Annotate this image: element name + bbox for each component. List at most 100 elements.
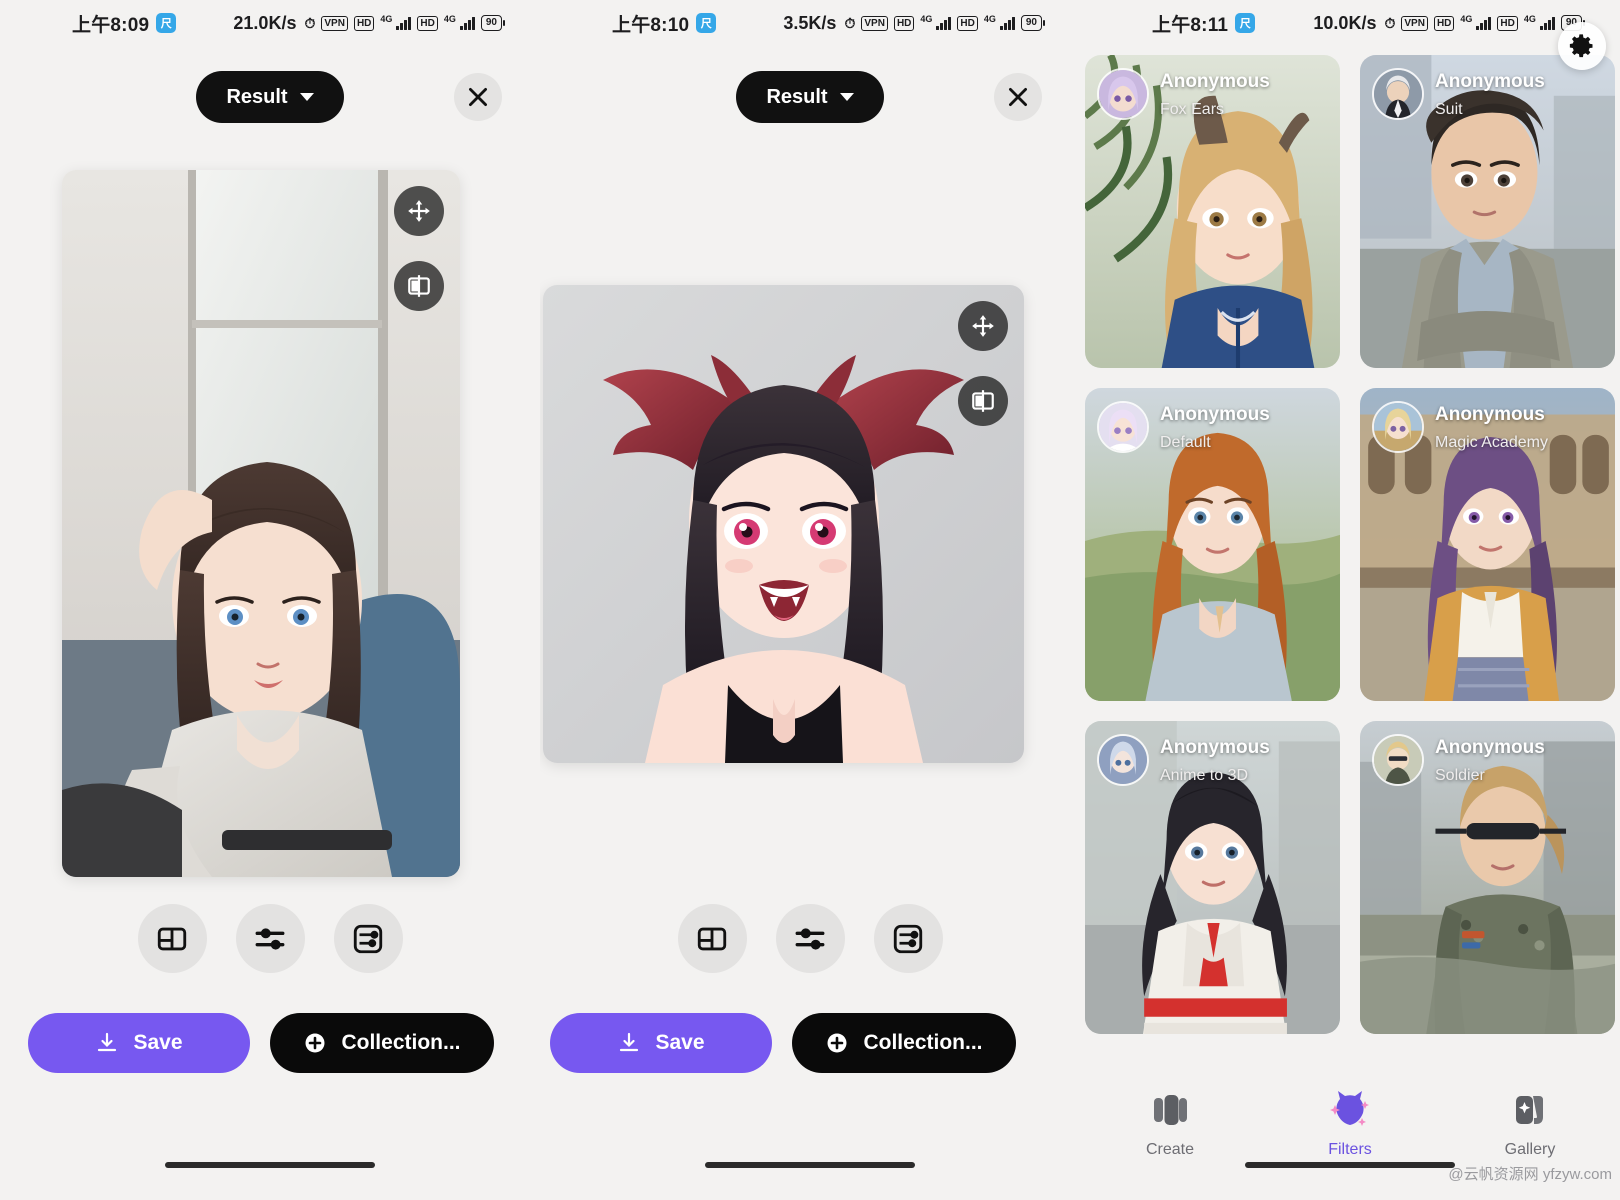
close-button[interactable] [994,73,1042,121]
status-left: 上午8:11 尺 [1152,10,1256,37]
result-preview-image[interactable] [543,285,1024,763]
filter-card-meta: Anonymous Default [1160,401,1270,452]
app-badge-icon: 尺 [696,13,717,33]
compare-button[interactable] [394,261,444,311]
avatar [1097,401,1149,453]
hd-indicator-1: HD [1433,15,1455,31]
filter-card[interactable]: Anonymous Fox Ears [1085,55,1340,368]
screen-result-2: 上午8:10 尺 3.5K/s ⏱ VPN HD 4G HD 4G 90 Res… [540,0,1080,1200]
status-left: 上午8:09 尺 [72,10,177,37]
result-header: Result [0,68,540,126]
signal-bars-1 [1476,16,1492,30]
network-type-2: 4G [983,14,996,24]
filter-card-overlay: Anonymous Anime to 3D [1085,721,1340,799]
avatar [1097,734,1149,786]
result-preview-image[interactable] [62,170,460,877]
generated-image-2 [543,285,1024,763]
collection-label: Collection... [863,1031,983,1054]
signal-bars-2 [1539,16,1555,30]
tab-filters[interactable]: Filters [1260,1075,1440,1200]
signal-bars-1 [936,16,952,30]
filter-card[interactable]: Anonymous Soldier [1360,721,1615,1034]
hd-indicator-1: HD [353,15,375,31]
filter-card-meta: Anonymous Magic Academy [1435,401,1548,452]
battery-indicator: 90 [480,15,506,31]
layout-icon [697,927,727,950]
parameters-tool-button[interactable] [333,904,403,973]
adjust-tool-button[interactable] [235,904,305,973]
filter-card-overlay: Anonymous Soldier [1360,721,1615,799]
screen-filters-gallery: 上午8:11 尺 10.0K/s ⏱ VPN HD 4G HD 4G 90 An… [1080,0,1620,1200]
parameters-icon [893,924,923,953]
layout-icon [157,927,187,950]
hd-indicator-2: HD [417,15,438,31]
author-name: Anonymous [1160,737,1270,758]
layout-tool-button[interactable] [137,904,207,973]
collection-button[interactable]: Collection... [792,1013,1016,1073]
filter-card[interactable]: Anonymous Suit [1360,55,1615,368]
filter-name: Default [1160,433,1211,451]
screen-result-1: 上午8:09 尺 21.0K/s ⏱ VPN HD 4G HD 4G 90 Re… [0,0,540,1200]
parameters-tool-button[interactable] [873,904,943,973]
collection-button[interactable]: Collection... [270,1013,494,1073]
avatar-image [1374,70,1422,118]
network-type-1: 4G [380,14,393,24]
gear-icon [1569,34,1593,58]
result-header: Result [540,68,1080,126]
action-row: Save Collection... [550,1013,1016,1073]
chevron-down-icon [299,93,314,101]
result-dropdown-button[interactable]: Result [736,71,884,123]
save-button[interactable]: Save [28,1013,250,1073]
avatar [1372,68,1424,120]
filter-card[interactable]: Anonymous Magic Academy [1360,388,1615,701]
filter-card[interactable]: Anonymous Default [1085,388,1340,701]
watermark: @云帆资源网 yfzyw.com [1448,1166,1612,1183]
status-bar: 上午8:11 尺 10.0K/s ⏱ VPN HD 4G HD 4G 90 [1080,0,1620,46]
status-right: 3.5K/s ⏱ VPN HD 4G HD 4G 90 [783,12,1046,34]
home-indicator [165,1162,375,1168]
compare-button[interactable] [958,376,1008,426]
signal-bars-2 [459,16,475,30]
move-arrows-icon [408,200,430,222]
move-arrows-icon [972,315,994,337]
settings-button[interactable] [1558,22,1606,70]
result-dropdown-button[interactable]: Result [196,71,344,123]
result-label: Result [766,85,828,108]
adjust-tool-button[interactable] [775,904,845,973]
app-badge-icon: 尺 [1235,13,1256,33]
filter-card-meta: Anonymous Anime to 3D [1160,734,1270,785]
cards-icon [1154,1095,1187,1125]
network-speed: 3.5K/s [783,12,837,33]
close-icon [1009,88,1027,106]
tab-create[interactable]: Create [1080,1075,1260,1200]
status-bar: 上午8:10 尺 3.5K/s ⏱ VPN HD 4G HD 4G 90 [540,0,1080,46]
alarm-icon: ⏱ [1384,15,1396,31]
move-image-button[interactable] [958,301,1008,351]
plus-circle-icon [305,1033,325,1053]
author-name: Anonymous [1435,404,1545,425]
tool-row [540,904,1080,973]
status-right: 21.0K/s ⏱ VPN HD 4G HD 4G 90 [233,13,506,34]
layout-tool-button[interactable] [677,904,747,973]
avatar [1372,734,1424,786]
vpn-indicator: VPN [1401,15,1428,31]
filter-card-meta: Anonymous Soldier [1435,734,1545,785]
filter-card[interactable]: Anonymous Anime to 3D [1085,721,1340,1034]
battery-indicator: 90 [1020,15,1046,31]
compare-split-icon [972,390,994,412]
move-image-button[interactable] [394,186,444,236]
app-badge-icon: 尺 [156,13,177,33]
tab-gallery-label: Gallery [1504,1141,1556,1158]
avatar [1372,401,1424,453]
network-type-1: 4G [920,14,933,24]
author-name: Anonymous [1160,404,1270,425]
close-button[interactable] [454,73,502,121]
status-right: 10.0K/s ⏱ VPN HD 4G HD 4G 90 [1313,13,1586,34]
tool-row [0,904,540,973]
avatar-image [1099,736,1147,784]
sliders-icon [255,927,285,950]
status-time: 上午8:09 [72,14,150,36]
author-name: Anonymous [1160,71,1270,92]
save-button[interactable]: Save [550,1013,772,1073]
collection-label: Collection... [341,1031,461,1054]
